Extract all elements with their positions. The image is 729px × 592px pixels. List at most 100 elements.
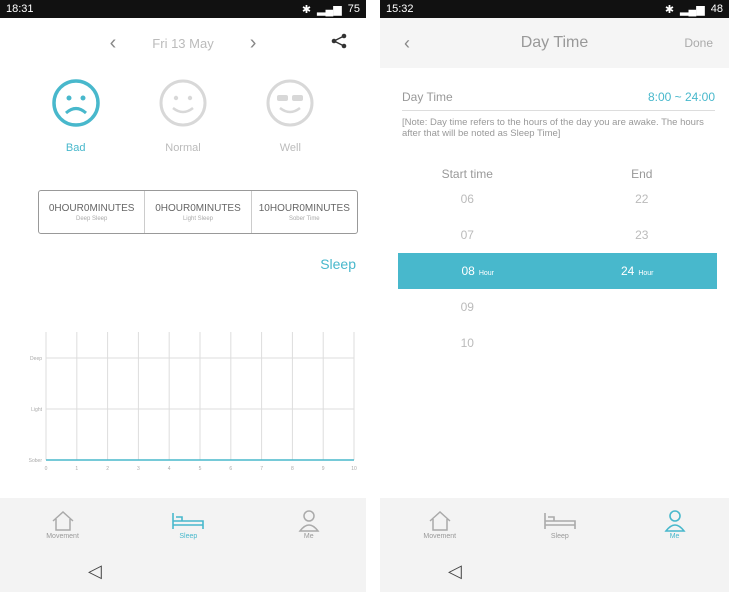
home-icon — [52, 510, 74, 531]
picker-row[interactable]: 07 23 — [380, 217, 729, 253]
day-time-header: ‹ Day Time Done — [380, 18, 729, 68]
stat-deep-sleep: 0HOUR0MINUTES Deep Sleep — [39, 191, 146, 233]
tab-label: Movement — [423, 532, 457, 540]
stat-sober-time: 10HOUR0MINUTES Sober Time — [252, 191, 357, 233]
system-nav-bar: ◁ — [380, 550, 729, 592]
sad-face-icon — [51, 79, 100, 127]
picker-row[interactable]: 06 22 — [380, 181, 729, 217]
mood-bad[interactable]: Bad — [36, 78, 116, 154]
prev-day-icon[interactable]: ‹ — [110, 32, 117, 55]
mood-label: Well — [279, 142, 301, 154]
tab-movement[interactable]: Movement — [423, 509, 456, 540]
share-icon[interactable] — [330, 32, 348, 53]
tab-label: Me — [303, 532, 314, 540]
tab-sleep[interactable]: Sleep — [543, 509, 577, 540]
picker-row-selected[interactable]: 08 Hour 24 Hour — [398, 253, 717, 289]
back-triangle-icon[interactable]: ◁ — [88, 561, 102, 582]
tab-bar: Movement Sleep Me — [380, 498, 729, 550]
y-tick-label: Deep — [30, 356, 42, 362]
bed-icon — [172, 512, 205, 529]
start-value: 10 — [460, 336, 474, 350]
tab-label: Sleep — [179, 532, 198, 540]
back-triangle-icon[interactable]: ◁ — [448, 561, 462, 582]
mood-label: Normal — [165, 142, 201, 154]
day-time-note: [Note: Day time refers to the hours of t… — [402, 117, 704, 139]
y-tick-label: Sober — [29, 458, 43, 464]
x-tick-label: 0 — [45, 466, 48, 472]
start-value: 08 — [461, 264, 475, 278]
person-icon — [663, 509, 686, 532]
x-tick-label: 10 — [351, 466, 357, 472]
stat-value: 0HOUR0MINUTES — [48, 202, 135, 214]
stat-light-sleep: 0HOUR0MINUTES Light Sleep — [145, 191, 252, 233]
day-time-label: Day Time — [402, 90, 453, 104]
bed-icon — [544, 512, 576, 529]
smile-face-icon — [159, 79, 207, 127]
signal-icon: ▂▄▆ — [680, 3, 705, 16]
stat-label: Deep Sleep — [75, 215, 108, 222]
stat-label: Sober Time — [288, 215, 320, 222]
status-time: 18:31 — [6, 3, 34, 15]
x-tick-label: 3 — [137, 466, 140, 472]
status-bar: 15:32 ✱ ▂▄▆ 48 — [380, 0, 729, 18]
back-chevron-icon[interactable]: ‹ — [404, 33, 410, 54]
start-value: 06 — [460, 192, 474, 206]
tab-me[interactable]: Me — [663, 509, 686, 540]
date-label: Fri 13 May — [152, 35, 214, 51]
end-value: 23 — [635, 228, 649, 242]
done-button[interactable]: Done — [684, 36, 713, 50]
x-tick-label: 4 — [168, 466, 171, 472]
sleep-link[interactable]: Sleep — [0, 256, 356, 272]
end-value: 22 — [635, 192, 649, 206]
x-tick-label: 8 — [291, 466, 294, 472]
tab-me[interactable]: Me — [298, 509, 320, 540]
x-tick-label: 6 — [229, 466, 232, 472]
start-value: 07 — [460, 228, 474, 242]
tab-label: Me — [669, 532, 680, 540]
person-icon — [298, 509, 320, 532]
mood-well[interactable]: Well — [250, 78, 330, 154]
end-value: 24 — [620, 264, 635, 278]
battery-level: 48 — [710, 3, 723, 15]
tab-label: Movement — [46, 532, 79, 540]
tab-label: Sleep — [550, 532, 569, 540]
tab-bar: Movement Sleep Me — [0, 498, 366, 550]
battery-level: 75 — [347, 3, 360, 15]
picker-row[interactable]: 09 — [380, 289, 729, 325]
date-header: ‹ Fri 13 May › — [0, 18, 366, 68]
hour-unit: Hour — [478, 270, 495, 277]
start-time-header: Start time — [441, 167, 493, 181]
sleep-screen: 18:31 ✱ ▂▄▆ 75 ‹ Fri 13 May › Bad Normal… — [0, 0, 366, 592]
bluetooth-icon: ✱ — [301, 3, 312, 16]
x-tick-label: 7 — [260, 466, 263, 472]
stat-value: 10HOUR0MINUTES — [258, 202, 350, 214]
home-icon — [429, 510, 451, 531]
start-value: 09 — [460, 300, 474, 314]
day-time-screen: 15:32 ✱ ▂▄▆ 48 ‹ Day Time Done Day Time … — [380, 0, 729, 592]
stat-label: Light Sleep — [182, 215, 213, 222]
x-tick-label: 1 — [75, 466, 78, 472]
mood-selector: Bad Normal Well — [0, 78, 366, 154]
day-time-range: 8:00 ~ 24:00 — [647, 90, 715, 104]
mood-label: Bad — [65, 142, 86, 154]
picker-header: Start time End — [380, 167, 729, 181]
system-nav-bar: ◁ — [0, 550, 366, 592]
status-time: 15:32 — [386, 3, 414, 15]
y-tick-label: Light — [31, 407, 42, 413]
tab-movement[interactable]: Movement — [46, 509, 79, 540]
cool-face-icon — [266, 79, 314, 127]
day-time-row[interactable]: Day Time 8:00 ~ 24:00 — [402, 90, 715, 111]
sleep-chart: 012345678910DeepLightSoberTime — [29, 332, 357, 472]
signal-icon: ▂▄▆ — [317, 3, 342, 16]
tab-sleep[interactable]: Sleep — [171, 509, 205, 540]
hour-unit: Hour — [638, 270, 654, 277]
x-tick-label: 9 — [322, 466, 325, 472]
stat-value: 0HOUR0MINUTES — [155, 202, 241, 214]
sleep-stats: 0HOUR0MINUTES Deep Sleep 0HOUR0MINUTES L… — [38, 190, 358, 234]
next-day-icon[interactable]: › — [250, 32, 257, 55]
end-time-header: End — [631, 167, 653, 181]
picker-row[interactable]: 10 — [380, 325, 729, 361]
time-picker[interactable]: Start time End 06 22 07 23 08 Hour 24 Hour… — [380, 167, 729, 361]
mood-normal[interactable]: Normal — [143, 78, 223, 154]
bluetooth-icon: ✱ — [664, 3, 675, 16]
